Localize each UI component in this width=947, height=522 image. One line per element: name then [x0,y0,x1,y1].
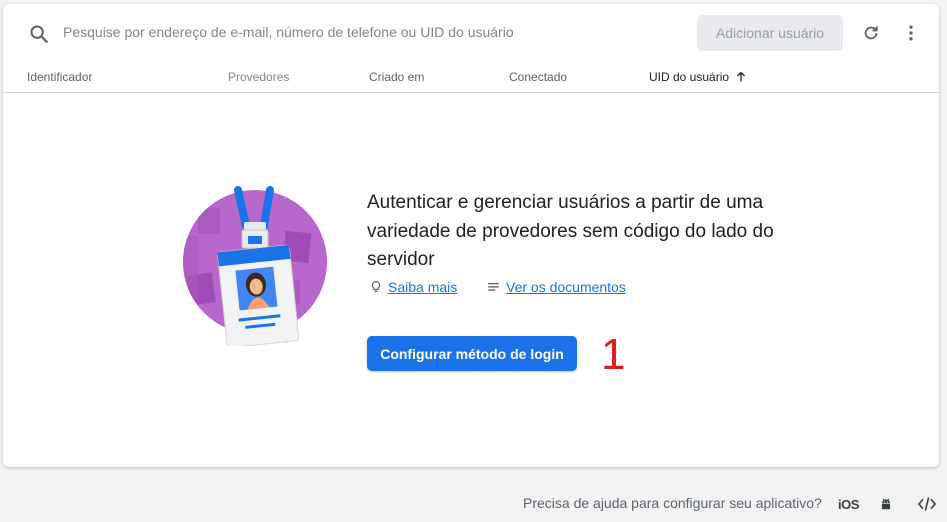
search-input[interactable]: Pesquise por endereço de e-mail, número … [63,23,514,41]
learn-more-link[interactable]: Saiba mais [369,279,457,295]
view-docs-link[interactable]: Ver os documentos [486,279,626,295]
notes-icon [488,282,499,291]
add-user-button[interactable]: Adicionar usuário [697,15,843,51]
search-icon [30,25,48,43]
ios-icon[interactable]: iOS [838,494,859,514]
code-glyph [917,497,937,511]
arrow-upward-icon [737,72,746,82]
column-providers[interactable]: Provedores [228,70,289,84]
column-user-uid-label: UID do usuário [649,70,730,84]
android-glyph [881,498,891,510]
column-created[interactable]: Criado em [369,70,424,84]
more-vert-icon[interactable] [901,23,921,43]
column-signed-in[interactable]: Conectado [509,70,567,84]
learn-more-label: Saiba mais [388,279,458,295]
id-badge-illustration [183,186,327,346]
footer-help-text: Precisa de ajuda para configurar seu apl… [523,495,822,511]
lightbulb-icon [371,281,381,292]
column-identifier[interactable]: Identificador [27,70,92,84]
ios-label: iOS [838,496,859,512]
view-docs-label: Ver os documentos [506,279,626,295]
users-panel: Pesquise por endereço de e-mail, número … [3,4,939,467]
column-user-uid[interactable]: UID do usuário [649,70,747,84]
users-toolbar: Pesquise por endereço de e-mail, número … [3,4,939,60]
table-header: Identificador Provedores Criado em Conec… [3,62,939,93]
android-icon[interactable] [879,494,893,514]
empty-state-headline: Autenticar e gerenciar usuários a partir… [367,192,774,270]
configure-sign-in-method-button[interactable]: Configurar método de login [367,336,577,371]
step-marker: 1 [601,330,626,379]
code-icon[interactable] [917,494,937,514]
refresh-icon[interactable] [861,23,881,43]
